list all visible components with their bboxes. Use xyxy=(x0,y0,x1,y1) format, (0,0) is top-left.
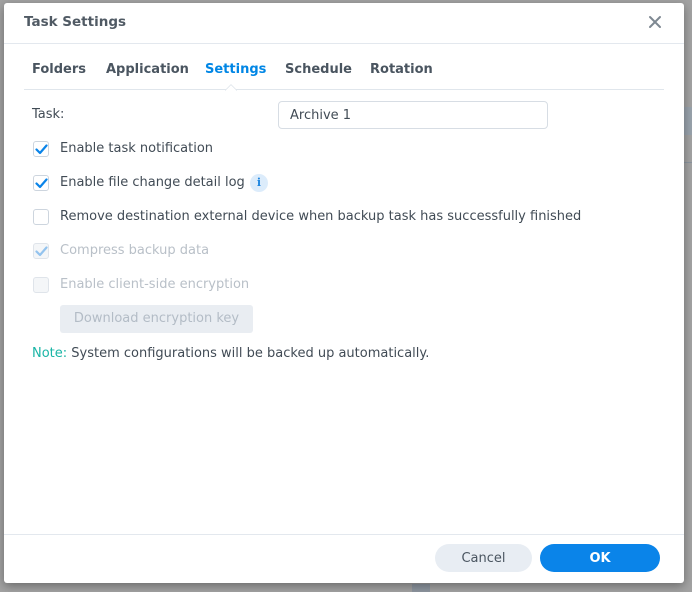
task-name-input[interactable] xyxy=(278,101,548,129)
task-settings-dialog: Task Settings Folders Application Settin… xyxy=(4,3,684,583)
close-button[interactable] xyxy=(646,13,664,31)
ok-button[interactable]: OK xyxy=(540,544,660,572)
checkmark-icon xyxy=(35,246,48,257)
info-icon[interactable]: i xyxy=(250,174,268,192)
tab-settings[interactable]: Settings xyxy=(205,62,266,77)
dialog-footer: Cancel OK xyxy=(4,534,684,583)
tab-folders[interactable]: Folders xyxy=(32,62,86,77)
note-text: Note: System configurations will be back… xyxy=(32,346,429,361)
active-tab-indicator xyxy=(225,83,237,91)
client-side-encryption-checkbox xyxy=(33,277,49,293)
remove-external-device-checkbox[interactable] xyxy=(33,209,49,225)
download-encryption-key-button: Download encryption key xyxy=(60,305,253,333)
note-body: System configurations will be backed up … xyxy=(67,346,430,361)
checkmark-icon xyxy=(35,178,48,189)
background-divider xyxy=(684,162,692,163)
dialog-title: Task Settings xyxy=(24,14,127,30)
enable-file-change-log-checkbox[interactable] xyxy=(33,175,49,191)
checkmark-icon xyxy=(35,144,48,155)
task-label: Task: xyxy=(32,107,65,122)
compress-backup-label: Compress backup data xyxy=(60,243,210,258)
cancel-button[interactable]: Cancel xyxy=(435,544,532,572)
close-icon xyxy=(649,16,661,28)
client-side-encryption-label: Enable client-side encryption xyxy=(60,277,250,292)
tab-bar: Folders Application Settings Schedule Ro… xyxy=(24,44,664,91)
tab-application[interactable]: Application xyxy=(106,62,189,77)
enable-task-notification-label: Enable task notification xyxy=(60,141,214,156)
enable-file-change-log-label: Enable file change detail log xyxy=(60,175,245,190)
dialog-titlebar: Task Settings xyxy=(4,3,684,44)
note-prefix: Note: xyxy=(32,346,68,361)
compress-backup-checkbox xyxy=(33,243,49,259)
remove-external-device-label: Remove destination external device when … xyxy=(60,209,582,224)
background-column xyxy=(412,584,430,592)
tab-rotation[interactable]: Rotation xyxy=(370,62,433,77)
enable-task-notification-checkbox[interactable] xyxy=(33,141,49,157)
tab-schedule[interactable]: Schedule xyxy=(285,62,352,77)
background-row xyxy=(684,107,692,135)
